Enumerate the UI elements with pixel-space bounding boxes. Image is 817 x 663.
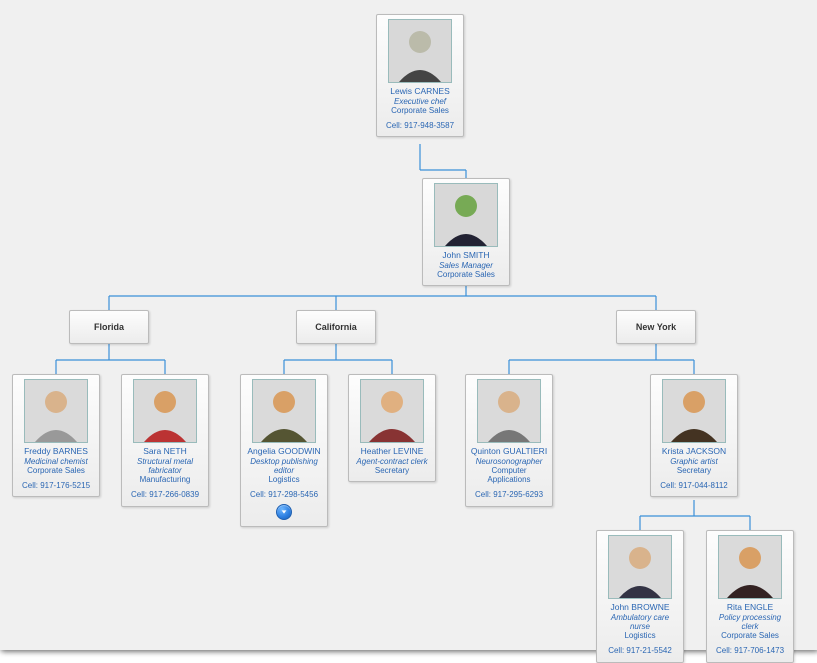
person-role: Medicinal chemist — [17, 457, 95, 466]
person-name: John SMITH — [427, 251, 505, 261]
avatar — [608, 535, 672, 599]
group-florida[interactable]: Florida — [69, 310, 149, 344]
person-cell: Cell: 917-044-8112 — [655, 481, 733, 490]
group-label: New York — [636, 322, 676, 332]
person-name: Lewis CARNES — [381, 87, 459, 97]
person-card-rita-engle[interactable]: Rita ENGLE Policy processing clerk Corpo… — [706, 530, 794, 663]
person-name: Rita ENGLE — [711, 603, 789, 613]
person-dept: Manufacturing — [126, 475, 204, 484]
person-dept: Corporate Sales — [711, 631, 789, 640]
person-dept: Computer Applications — [470, 466, 548, 484]
person-card-freddy-barnes[interactable]: Freddy BARNES Medicinal chemist Corporat… — [12, 374, 100, 497]
person-role: Ambulatory care nurse — [601, 613, 679, 631]
group-label: Florida — [94, 322, 124, 332]
avatar — [24, 379, 88, 443]
org-chart-canvas: Lewis CARNES Executive chef Corporate Sa… — [0, 0, 817, 650]
person-role: Structural metal fabricator — [126, 457, 204, 475]
person-card-john-browne[interactable]: John BROWNE Ambulatory care nurse Logist… — [596, 530, 684, 663]
person-card-sara-neth[interactable]: Sara NETH Structural metal fabricator Ma… — [121, 374, 209, 507]
person-cell: Cell: 917-295-6293 — [470, 490, 548, 499]
person-role: Sales Manager — [427, 261, 505, 270]
avatar — [477, 379, 541, 443]
person-dept: Logistics — [245, 475, 323, 484]
person-role: Graphic artist — [655, 457, 733, 466]
avatar — [718, 535, 782, 599]
group-label: California — [315, 322, 357, 332]
person-dept: Secretary — [655, 466, 733, 475]
person-dept: Corporate Sales — [381, 106, 459, 115]
person-card-lewis-carnes[interactable]: Lewis CARNES Executive chef Corporate Sa… — [376, 14, 464, 137]
group-new-york[interactable]: New York — [616, 310, 696, 344]
avatar — [133, 379, 197, 443]
person-card-quinton-gualtieri[interactable]: Quinton GUALTIERI Neurosonographer Compu… — [465, 374, 553, 507]
person-name: Quinton GUALTIERI — [470, 447, 548, 457]
person-cell: Cell: 917-706-1473 — [711, 646, 789, 655]
avatar — [662, 379, 726, 443]
person-name: Sara NETH — [126, 447, 204, 457]
person-role: Neurosonographer — [470, 457, 548, 466]
person-dept: Corporate Sales — [427, 270, 505, 279]
person-card-krista-jackson[interactable]: Krista JACKSON Graphic artist Secretary … — [650, 374, 738, 497]
person-cell: Cell: 917-21-5542 — [601, 646, 679, 655]
person-cell: Cell: 917-298-5456 — [245, 490, 323, 499]
person-name: Krista JACKSON — [655, 447, 733, 457]
person-name: John BROWNE — [601, 603, 679, 613]
person-name: Angelia GOODWIN — [245, 447, 323, 457]
person-name: Freddy BARNES — [17, 447, 95, 457]
avatar — [360, 379, 424, 443]
avatar — [434, 183, 498, 247]
person-cell: Cell: 917-176-5215 — [17, 481, 95, 490]
avatar — [388, 19, 452, 83]
group-california[interactable]: California — [296, 310, 376, 344]
person-role: Policy processing clerk — [711, 613, 789, 631]
person-dept: Logistics — [601, 631, 679, 640]
person-card-john-smith[interactable]: John SMITH Sales Manager Corporate Sales — [422, 178, 510, 286]
avatar — [252, 379, 316, 443]
person-name: Heather LEVINE — [353, 447, 431, 457]
person-card-heather-levine[interactable]: Heather LEVINE Agent-contract clerk Secr… — [348, 374, 436, 482]
person-dept: Secretary — [353, 466, 431, 475]
person-role: Desktop publishing editor — [245, 457, 323, 475]
expand-icon[interactable] — [276, 504, 292, 520]
person-card-angelia-goodwin[interactable]: Angelia GOODWIN Desktop publishing edito… — [240, 374, 328, 527]
person-cell: Cell: 917-948-3587 — [381, 121, 459, 130]
person-cell: Cell: 917-266-0839 — [126, 490, 204, 499]
person-role: Agent-contract clerk — [353, 457, 431, 466]
person-role: Executive chef — [381, 97, 459, 106]
person-dept: Corporate Sales — [17, 466, 95, 475]
